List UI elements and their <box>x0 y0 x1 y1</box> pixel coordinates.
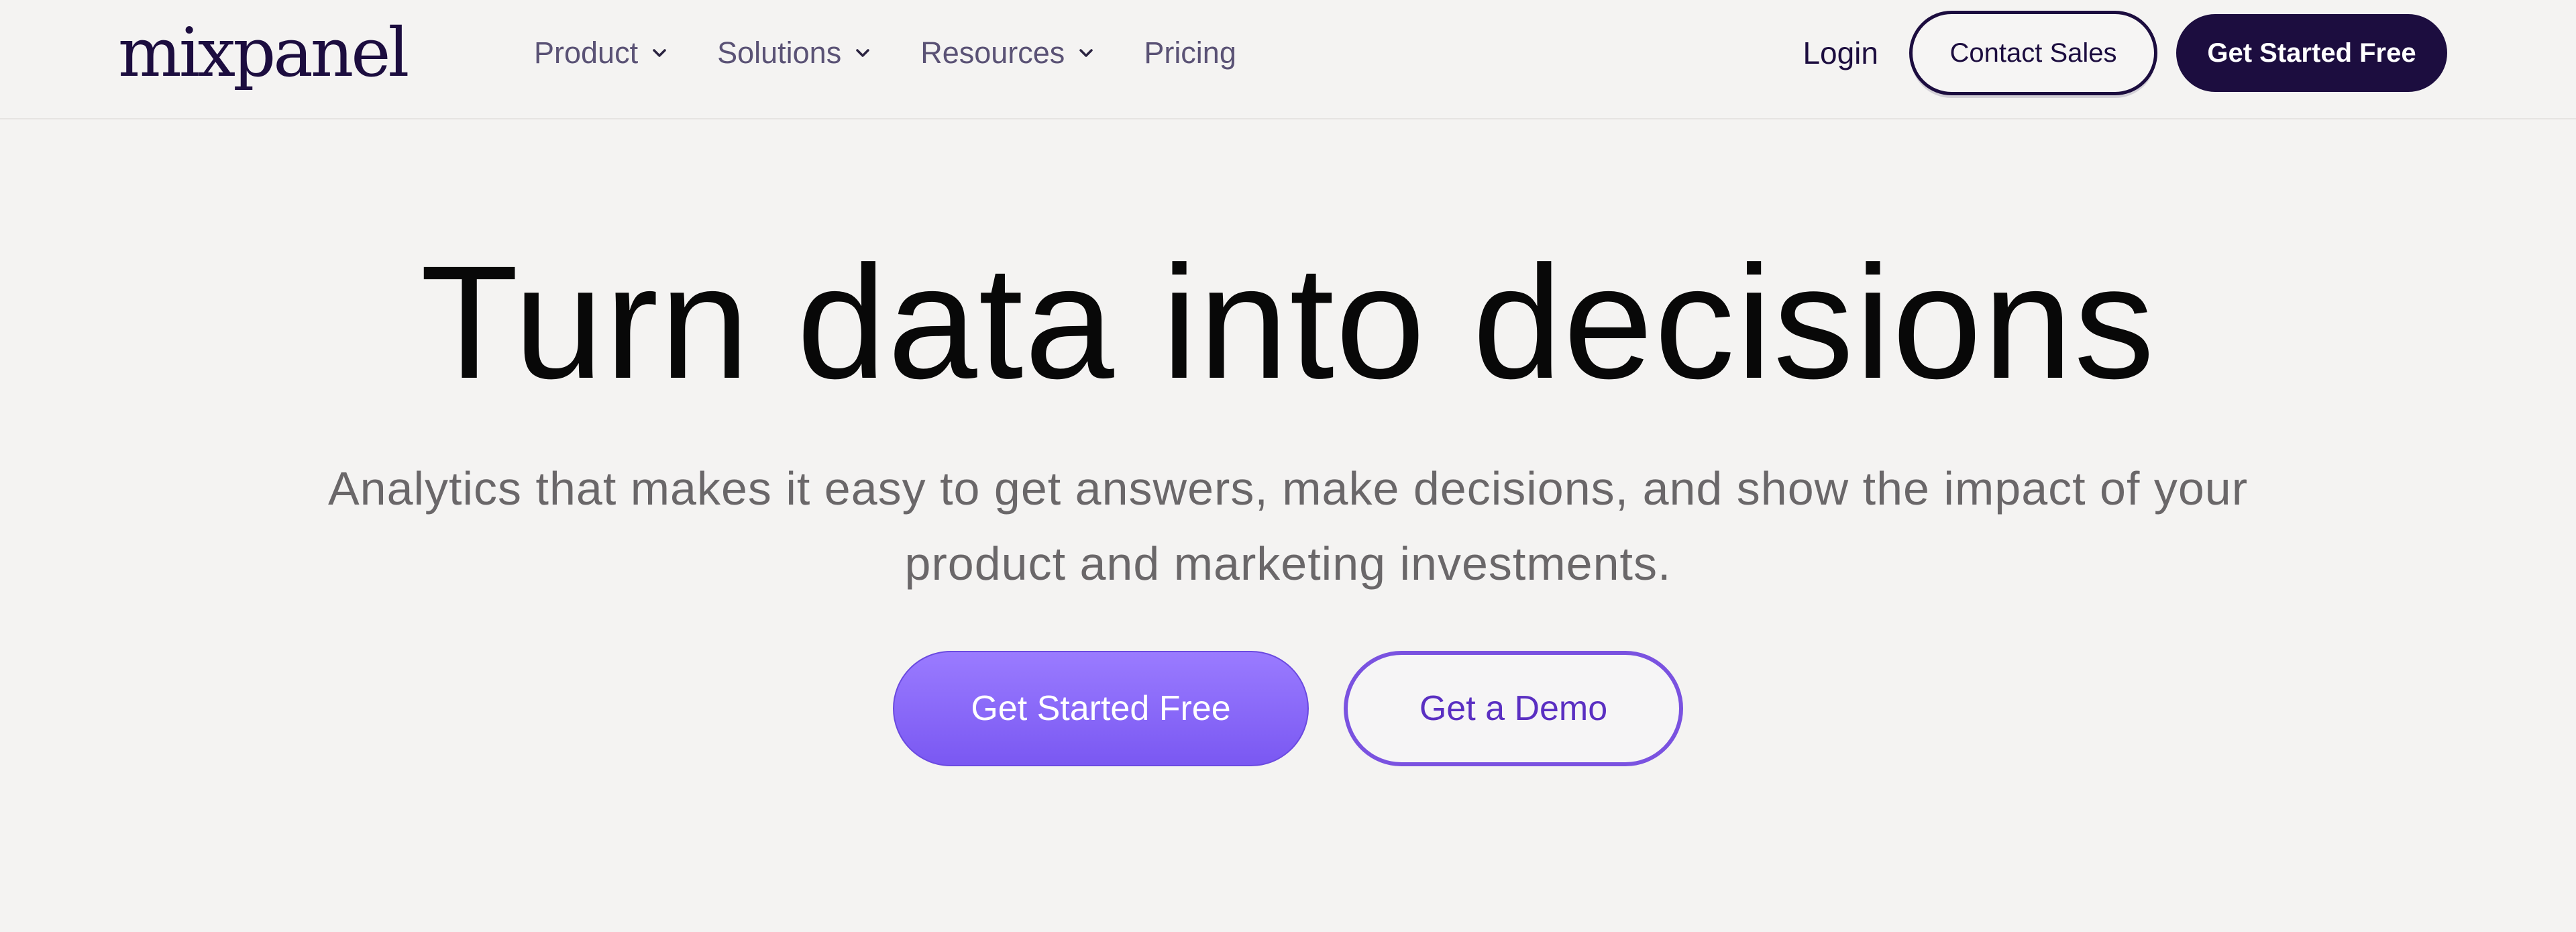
mixpanel-logo[interactable]: mixpanel <box>118 9 409 97</box>
chevron-down-icon <box>1077 44 1095 62</box>
nav-item-label: Product <box>534 36 639 70</box>
hero-subtitle: Analytics that makes it easy to get answ… <box>327 462 2249 590</box>
nav-actions: Login Contact Sales Get Started Free <box>1803 9 2447 97</box>
nav-item-resources[interactable]: Resources <box>920 36 1095 70</box>
nav-item-solutions[interactable]: Solutions <box>717 36 872 70</box>
get-demo-button[interactable]: Get a Demo <box>1344 651 1683 766</box>
chevron-down-icon <box>853 44 872 62</box>
hero-title: Turn data into decisions <box>420 232 2156 412</box>
hero-cta-group: Get Started Free Get a Demo <box>0 651 2576 766</box>
nav-item-product[interactable]: Product <box>534 36 669 70</box>
main-nav: Product Solutions Resources Pricing <box>534 0 1285 106</box>
login-link[interactable]: Login <box>1803 35 1878 71</box>
chevron-down-icon <box>650 44 669 62</box>
get-started-button[interactable]: Get Started Free <box>893 651 1309 766</box>
nav-item-label: Solutions <box>717 36 842 70</box>
nav-item-pricing[interactable]: Pricing <box>1144 36 1236 70</box>
get-started-nav-button[interactable]: Get Started Free <box>2176 14 2447 92</box>
top-navbar: mixpanel Product Solutions Resources Pri… <box>0 0 2576 119</box>
nav-item-label: Resources <box>920 36 1065 70</box>
nav-item-label: Pricing <box>1144 36 1236 70</box>
contact-sales-button[interactable]: Contact Sales <box>1909 11 2157 95</box>
